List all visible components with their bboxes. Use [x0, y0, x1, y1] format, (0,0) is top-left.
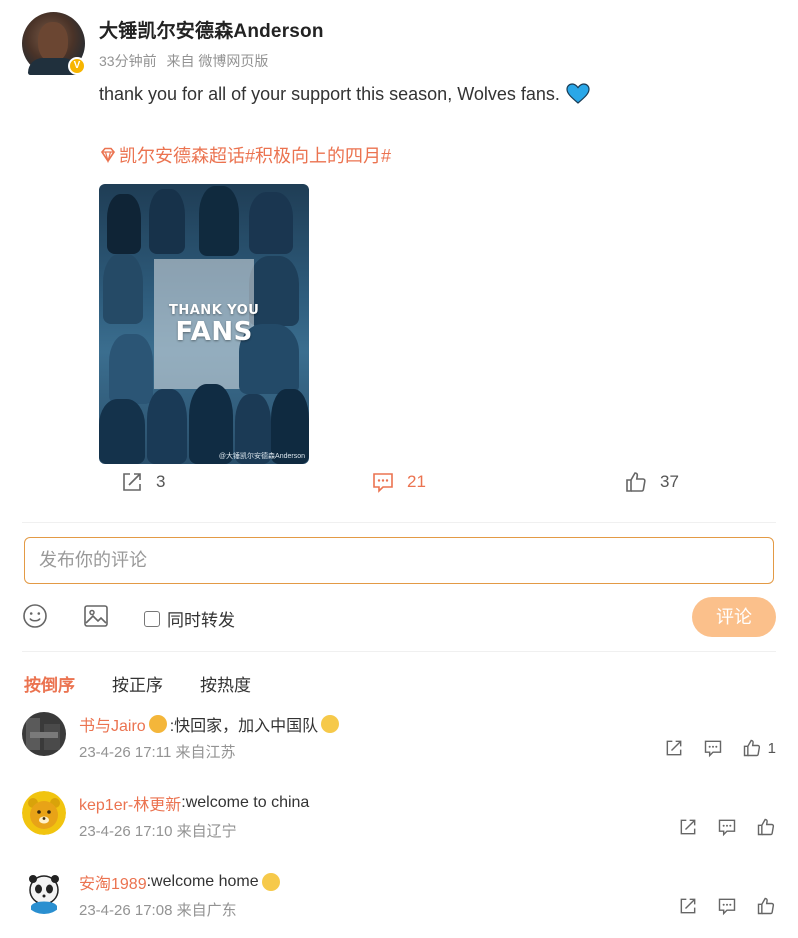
comment-count: 21: [407, 472, 426, 491]
composer-tools: 同时转发 评论: [22, 597, 776, 637]
commenter-avatar[interactable]: [22, 870, 66, 914]
super-topic-diamond-icon: [100, 147, 116, 164]
post-image[interactable]: THANK YOU FANS @大锤凯尔安德森Anderson: [99, 184, 309, 464]
commenter-name[interactable]: 书与Jairo: [79, 712, 146, 736]
repost-button[interactable]: 3: [120, 470, 165, 494]
comment-actions: [659, 896, 776, 916]
post-meta: 33分钟前 来自 微博网页版: [99, 51, 324, 71]
image-icon[interactable]: [83, 603, 109, 629]
repost-count: 3: [156, 472, 166, 491]
topic-text[interactable]: 凯尔安德森超话#积极向上的四月#: [119, 142, 391, 168]
divider: [22, 522, 776, 523]
divider: [22, 651, 776, 652]
comment-text: kep1er-林更新 :welcome to china: [79, 791, 309, 815]
emoji-icon: [261, 873, 280, 891]
comment-location: 来自江苏: [175, 744, 236, 761]
repost-icon: [123, 473, 141, 491]
avatar-face: [38, 22, 68, 62]
repost-checkbox-label: 同时转发: [167, 611, 235, 630]
comment-location: 来自广东: [176, 902, 237, 919]
commenter-avatar[interactable]: [22, 712, 66, 756]
blue-heart-icon: [566, 83, 590, 105]
comment-actions: 1: [645, 738, 776, 758]
post-header: V 大锤凯尔安德森Anderson 33分钟前 来自 微博网页版: [22, 12, 324, 75]
tab-sort-newest[interactable]: 按倒序: [24, 671, 75, 696]
image-caption-line-2: FANS: [175, 317, 253, 347]
like-count: 37: [660, 472, 679, 491]
post-action-bar: 3 21 37: [0, 470, 798, 504]
comment-time: 23-4-26 17:08: [79, 902, 173, 919]
commenter-avatar[interactable]: [22, 791, 66, 835]
image-caption: THANK YOU FANS: [169, 304, 259, 345]
post-text-content: thank you for all of your support this s…: [99, 84, 560, 104]
comment-icon: [373, 473, 393, 493]
author-info: 大锤凯尔安德森Anderson 33分钟前 来自 微博网页版: [99, 12, 324, 75]
submit-comment-button[interactable]: 评论: [692, 597, 776, 637]
comment-content: :快回家，加入中国队: [169, 718, 319, 735]
author-name[interactable]: 大锤凯尔安德森Anderson: [99, 16, 324, 43]
post-body: thank you for all of your support this s…: [99, 82, 759, 464]
tab-sort-hot[interactable]: 按热度: [200, 671, 251, 696]
comment-content: :welcome home: [146, 873, 259, 890]
comment-like-icon[interactable]: [756, 896, 776, 916]
comment-text: 书与Jairo :快回家，加入中国队: [79, 712, 342, 736]
comment-content: :welcome to china: [181, 794, 310, 811]
post-source: 来自 微博网页版: [166, 53, 269, 69]
comment-meta: 23-4-26 17:08 来自广东: [79, 899, 237, 920]
comment-item: kep1er-林更新 :welcome to china 23-4-26 17:…: [22, 791, 776, 851]
comment-time: 23-4-26 17:10: [79, 823, 173, 840]
like-button[interactable]: 37: [624, 470, 679, 494]
sort-tabs: 按倒序 按正序 按热度: [24, 671, 288, 696]
comment-meta: 23-4-26 17:10 来自辽宁: [79, 820, 237, 841]
comment-reply-icon[interactable]: [703, 738, 723, 758]
comment-button[interactable]: 21: [371, 470, 798, 494]
comment-text: 安淘1989 :welcome home: [79, 870, 283, 894]
emoji-icon: [148, 715, 167, 733]
commenter-name[interactable]: kep1er-林更新: [79, 791, 181, 815]
verified-badge-icon: V: [68, 57, 86, 75]
comment-reply-icon[interactable]: [717, 817, 737, 837]
comment-time: 23-4-26 17:11: [79, 744, 172, 761]
commenter-name[interactable]: 安淘1989: [79, 870, 147, 894]
thumbs-up-icon: [626, 472, 646, 492]
repost-checkbox[interactable]: 同时转发: [144, 606, 235, 631]
image-watermark: @大锤凯尔安德森Anderson: [218, 453, 305, 460]
comment-reply-icon[interactable]: [717, 896, 737, 916]
comment-like-count: 1: [767, 739, 776, 757]
emoji-icon: [321, 715, 340, 733]
smile-icon[interactable]: [22, 603, 48, 629]
comment-repost-icon[interactable]: [664, 738, 684, 758]
topic-link[interactable]: 凯尔安德森超话#积极向上的四月#: [99, 142, 759, 168]
comment-location: 来自辽宁: [176, 823, 237, 840]
comment-repost-icon[interactable]: [678, 896, 698, 916]
comment-input[interactable]: 发布你的评论: [24, 537, 774, 584]
author-avatar[interactable]: V: [22, 12, 86, 75]
comment-like-icon[interactable]: [756, 817, 776, 837]
comment-like-icon[interactable]: [742, 738, 762, 758]
comment-meta: 23-4-26 17:11 来自江苏: [79, 741, 235, 762]
comment-item: 书与Jairo :快回家，加入中国队 23-4-26 17:11 来自江苏 1: [22, 712, 776, 772]
tab-sort-oldest[interactable]: 按正序: [112, 671, 163, 696]
comment-actions: [659, 817, 776, 837]
comment-item: 安淘1989 :welcome home 23-4-26 17:08 来自广东: [22, 870, 776, 930]
comment-repost-icon[interactable]: [678, 817, 698, 837]
post-time[interactable]: 33分钟前: [99, 53, 157, 69]
post-text: thank you for all of your support this s…: [99, 82, 759, 106]
checkbox-box[interactable]: [144, 610, 160, 627]
image-caption-line-1: THANK YOU: [169, 303, 260, 318]
